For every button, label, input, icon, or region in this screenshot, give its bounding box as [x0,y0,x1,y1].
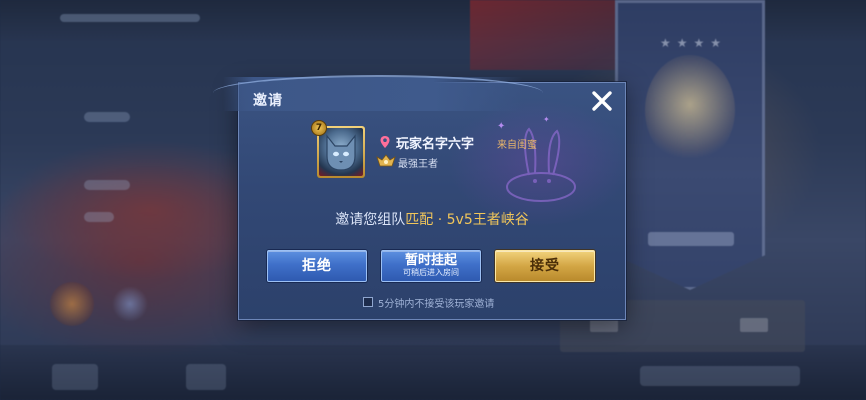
player-relation: 来自闺蜜 [497,140,537,151]
sparkle-icon: ✦ [543,115,550,124]
background-top-text [60,14,200,22]
avatar-portrait [319,128,363,176]
block-invites-option[interactable]: 5分钟内不接受该玩家邀请 [363,295,495,310]
background-hero-art [0,140,250,280]
background-menu-item [84,180,130,190]
background-menu-item [84,112,130,122]
invite-separator: · [437,212,443,228]
reject-button-label: 拒绝 [302,258,332,274]
accept-button-label: 接受 [530,258,560,274]
background-bottom-button [52,364,98,390]
invite-map: 5v5王者峡谷 [446,212,529,228]
close-button[interactable] [589,88,615,114]
accept-button[interactable]: 接受 [495,250,595,282]
invite-prefix: 邀请您组队 [335,212,406,228]
block-invites-label: 5分钟内不接受该玩家邀请 [378,298,495,310]
hold-later-label: 暂时挂起 [404,253,457,268]
invite-message: 邀请您组队匹配 · 5v5王者峡谷 [239,209,625,229]
dialog-title: 邀请 [253,93,283,109]
cat-hero-portrait [326,134,356,171]
reject-button[interactable]: 拒绝 [267,250,367,282]
player-name: 玩家名字六字 [396,137,475,152]
background-panel-text [590,318,618,332]
background-bottom-button [186,364,226,390]
background-stars: ★★★★ [660,36,728,50]
hold-later-button[interactable]: 暂时挂起 可稍后进入房间 [381,250,481,282]
invite-dialog: 邀请 ✦ ✦ 7 玩家名字六字 来自闺蜜 最强王者 邀请您组队匹配 · 5v5王… [213,75,626,320]
background-menu-item [84,212,114,222]
background-orb [112,286,148,322]
background-panel-text [740,318,768,332]
rabbit-icon [506,127,576,202]
level-badge: 7 [311,120,327,136]
block-invites-checkbox[interactable] [363,297,373,307]
background-rank-emblem [645,55,735,165]
player-avatar[interactable]: 7 [311,120,365,178]
background-banner-label [648,232,734,246]
rank-emblem-icon [376,154,396,167]
close-icon [592,91,612,111]
player-rank: 最强王者 [398,159,438,170]
background-bottom-button [640,366,800,386]
background-orb [50,282,94,326]
invite-mode: 匹配 [405,212,434,228]
location-pin-icon [380,136,390,148]
hold-later-sublabel: 可稍后进入房间 [403,268,459,277]
sparkle-icon: ✦ [497,121,506,132]
